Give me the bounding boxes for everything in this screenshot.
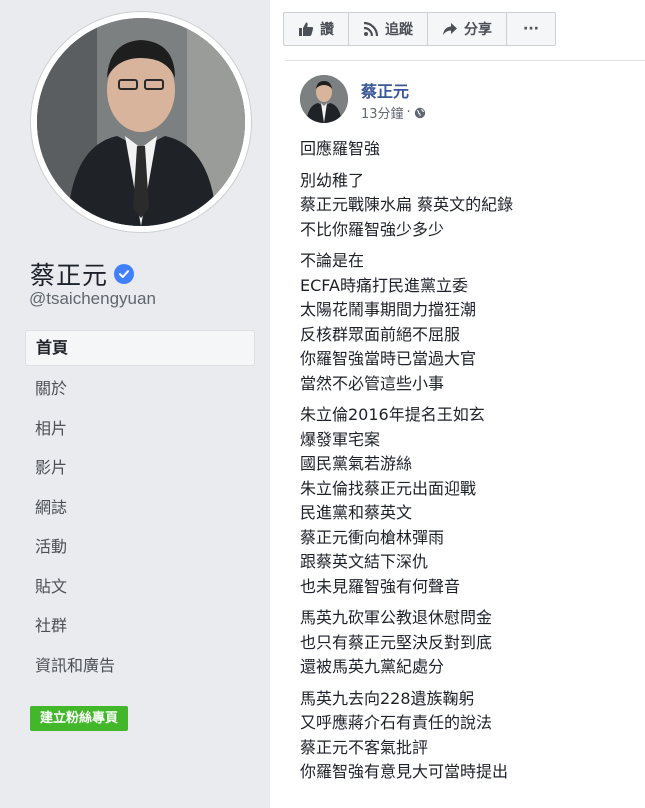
- main-content: 讚 追蹤 分享 ··· 蔡正元 13分鐘 · 回應羅智強 別幼稚了 蔡正元戰陳水…: [270, 0, 645, 808]
- post-text-line: 民進黨和蔡英文: [300, 503, 413, 522]
- post-paragraph: 不論是在 ECFA時痛打民進黨立委 太陽花鬧事期間力擋狂潮 反核群眾面前絕不屈服 你羅智…: [300, 249, 640, 396]
- share-label: 分享: [464, 22, 492, 38]
- post-text-line: 你羅智強當時已當過大官: [300, 349, 477, 368]
- post-text-line: 反核群眾面前絕不屈服: [300, 324, 461, 344]
- post-paragraph: 別幼稚了蔡正元戰陳水扁 蔡英文的紀錄 不比你羅智強少多少: [300, 169, 640, 243]
- post-text-line: 太陽花鬧事期間力擋狂潮: [300, 300, 477, 319]
- post-card: 蔡正元 13分鐘 · 回應羅智強別幼稚了蔡正元戰陳水扁 蔡英文的紀錄 不比你羅智強…: [285, 60, 645, 781]
- nav-item-home[interactable]: 首頁: [25, 330, 255, 366]
- post-text-line: 朱立倫找蔡正元出面迎戰: [300, 478, 477, 498]
- post-text-line: 蔡正元衝向槍林彈雨: [300, 527, 445, 547]
- post-text-line: 回應羅智強: [300, 139, 381, 158]
- share-button[interactable]: 分享: [428, 13, 507, 45]
- portrait-illustration: [37, 18, 245, 226]
- post-paragraph: 朱立倫2016年提名王如玄 爆發軍宅案國民黨氣若游絲朱立倫找蔡正元出面迎戰 民進黨和…: [300, 403, 640, 599]
- post-text: 回應羅智強別幼稚了蔡正元戰陳水扁 蔡英文的紀錄 不比你羅智強少多少 不論是在 ECFA…: [300, 137, 640, 792]
- profile-picture[interactable]: [31, 12, 251, 232]
- page-handle[interactable]: @tsaichengyuan: [29, 289, 156, 309]
- post-text-line: 還被馬英九黨紀處分: [300, 657, 445, 676]
- post-author-avatar[interactable]: [300, 75, 348, 123]
- post-text-line: 跟蔡英文結下深仇: [300, 552, 429, 571]
- page-nav: 首頁 關於 相片 影片 網誌 活動 貼文 社群 資訊和廣告: [25, 330, 255, 685]
- create-page-button[interactable]: 建立粉絲專頁: [30, 706, 129, 731]
- nav-item-notes[interactable]: 網誌: [25, 488, 255, 528]
- page-name[interactable]: 蔡正元: [30, 256, 108, 292]
- post-text-line: 國民黨氣若游絲: [300, 454, 413, 473]
- like-button[interactable]: 讚: [284, 13, 349, 45]
- post-text-line: 也未見羅智強有何聲音: [300, 576, 461, 596]
- page-action-bar: 讚 追蹤 分享 ···: [283, 12, 556, 46]
- post-text-line: 你羅智強有意見大可當時提出: [300, 762, 509, 781]
- like-label: 讚: [320, 22, 334, 38]
- post-timestamp[interactable]: 13分鐘: [361, 103, 404, 122]
- post-text-line: ECFA時痛打民進黨立委: [300, 275, 468, 295]
- thumbs-up-icon: [299, 22, 314, 36]
- post-text-line: 不比你羅智強少多少: [300, 219, 445, 239]
- post-text-line: 別幼稚了: [300, 170, 365, 190]
- profile-photo: [37, 18, 245, 226]
- post-header: 蔡正元 13分鐘 ·: [285, 61, 645, 123]
- page-sidebar: 蔡正元 @tsaichengyuan 首頁 關於 相片 影片 網誌 活動 貼文 …: [0, 0, 270, 808]
- globe-icon: [414, 107, 425, 118]
- post-text-line: 蔡正元戰陳水扁 蔡英文的紀錄: [300, 195, 514, 214]
- rss-follow-icon: [363, 21, 379, 37]
- author-thumbnail: [300, 75, 348, 123]
- page-name-row: 蔡正元: [30, 256, 135, 292]
- nav-item-videos[interactable]: 影片: [25, 448, 255, 488]
- post-paragraph: 馬英九去向228遺族鞠躬 又呼應蔣介石有責任的說法 蔡正元不客氣批評你羅智強有意見大…: [300, 687, 640, 785]
- verified-badge-icon: [114, 264, 135, 284]
- share-arrow-icon: [443, 23, 457, 35]
- post-text-line: 馬英九去向228遺族鞠躬: [300, 688, 475, 708]
- nav-item-posts[interactable]: 貼文: [25, 567, 255, 607]
- post-text-line: 又呼應蔣介石有責任的說法: [300, 713, 493, 732]
- post-paragraph: 馬英九砍軍公教退休慰問金 也只有蔡正元堅決反對到底 還被馬英九黨紀處分: [300, 606, 640, 680]
- follow-button[interactable]: 追蹤: [349, 13, 428, 45]
- more-dots-icon: ···: [523, 21, 539, 37]
- more-options-button[interactable]: ···: [507, 13, 555, 45]
- post-text-line: 馬英九砍軍公教退休慰問金: [300, 608, 493, 627]
- post-meta: 13分鐘 ·: [361, 103, 426, 122]
- post-text-line: 爆發軍宅案: [300, 429, 381, 449]
- post-author-name[interactable]: 蔡正元: [361, 78, 409, 102]
- follow-label: 追蹤: [385, 22, 413, 38]
- nav-item-events[interactable]: 活動: [25, 527, 255, 567]
- post-text-line: 當然不必管這些小事: [300, 373, 445, 393]
- post-text-line: 也只有蔡正元堅決反對到底: [300, 632, 493, 652]
- post-paragraph: 回應羅智強: [300, 137, 640, 162]
- post-text-line: 蔡正元不客氣批評: [300, 737, 429, 757]
- nav-item-about[interactable]: 關於: [25, 369, 255, 409]
- nav-item-community[interactable]: 社群: [25, 606, 255, 646]
- post-text-line: 不論是在: [300, 251, 365, 270]
- nav-item-photos[interactable]: 相片: [25, 409, 255, 449]
- nav-item-info-and-ads[interactable]: 資訊和廣告: [25, 646, 255, 686]
- post-text-line: 朱立倫2016年提名王如玄: [300, 405, 485, 424]
